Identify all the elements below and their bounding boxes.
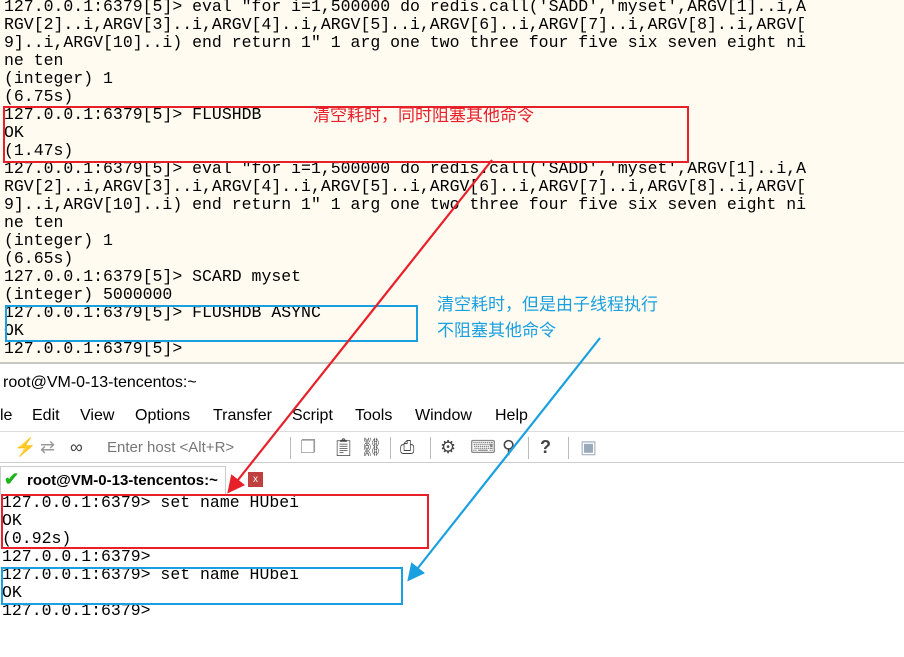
annotation-arrows [227,159,601,582]
blue-arrow [407,337,601,582]
red-arrow [227,159,493,494]
